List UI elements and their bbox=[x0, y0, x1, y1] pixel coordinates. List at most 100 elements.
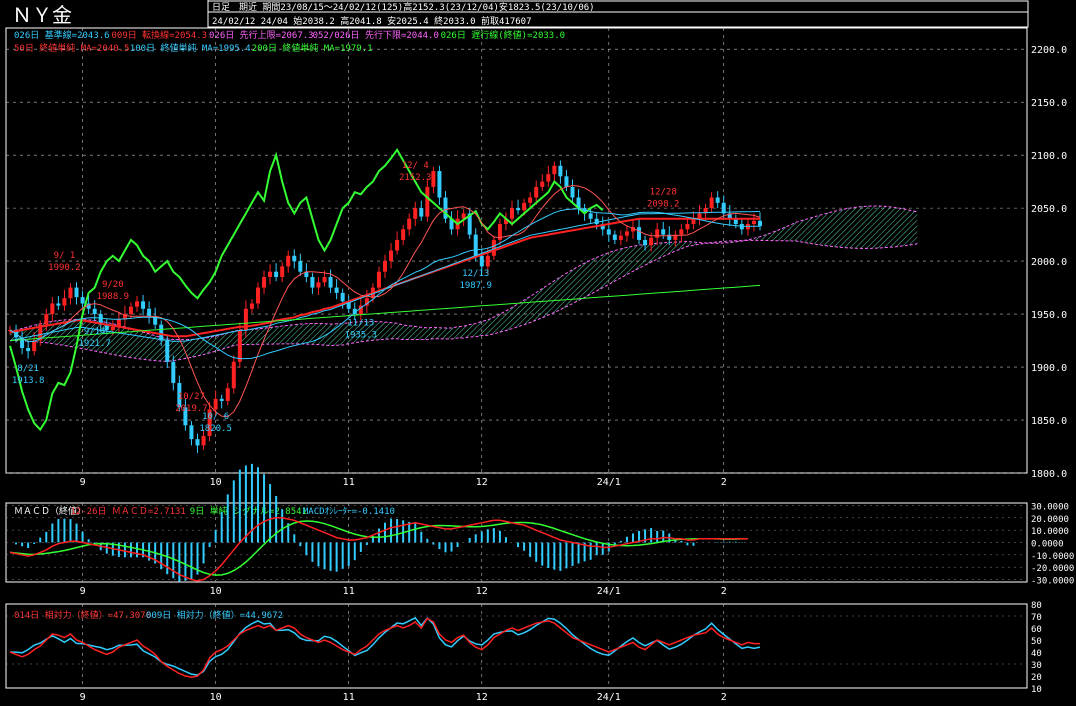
price-annotation-1: 12/28 bbox=[650, 188, 677, 198]
candle-body bbox=[522, 202, 527, 211]
price-annotation-4: 1988.9 bbox=[97, 292, 130, 302]
candle-body bbox=[751, 220, 756, 225]
rsi-tick-label: 30 bbox=[1031, 661, 1042, 671]
candle-body bbox=[516, 208, 521, 211]
x-tick-label: 9 bbox=[80, 477, 86, 488]
candle-body bbox=[328, 276, 333, 288]
candle-body bbox=[649, 237, 654, 246]
x-tick-label: 24/1 bbox=[597, 477, 621, 488]
rsi-tick-label: 20 bbox=[1031, 673, 1042, 683]
x-tick-label: 2 bbox=[721, 477, 727, 488]
legend-macd-1: 12-26日 ＭＡＣＤ=2.7131 bbox=[70, 506, 185, 517]
candle-body bbox=[280, 266, 285, 277]
x-tick-label: 11 bbox=[343, 477, 355, 488]
rsi-tick-label: 10 bbox=[1031, 685, 1042, 695]
legend-macd-2: 9日 単純 シグナル=2.8541 bbox=[190, 505, 307, 517]
price-annotation-3: 1990.2 bbox=[48, 263, 81, 273]
x-tick-label-macd: 24/1 bbox=[597, 586, 621, 597]
candle-body bbox=[50, 303, 55, 315]
candle-body bbox=[286, 255, 291, 267]
candle-body bbox=[558, 165, 563, 177]
x-tick-label-macd: 12 bbox=[476, 586, 488, 597]
candle-body bbox=[68, 287, 73, 299]
candle-body bbox=[92, 308, 97, 315]
candle-body bbox=[334, 287, 339, 293]
legend-ma-0: 50日 終値単純 MA=2040.5 bbox=[14, 42, 129, 54]
y-tick-label: 2100.0 bbox=[1031, 151, 1067, 162]
price-annotation-0: 2152.3 bbox=[399, 173, 432, 183]
macd-tick-label: -10.0000 bbox=[1031, 552, 1074, 562]
price-annotation-7: 10/ 6 bbox=[202, 412, 229, 422]
price-annotation-7: 1820.5 bbox=[199, 424, 232, 434]
macd-tick-label: -20.0000 bbox=[1031, 564, 1074, 574]
candle-body bbox=[540, 181, 545, 187]
candle-body bbox=[213, 398, 218, 410]
y-tick-label: 2050.0 bbox=[1031, 204, 1067, 215]
rsi-tick-label: 60 bbox=[1031, 625, 1042, 635]
candle-body bbox=[637, 227, 642, 240]
candle-body bbox=[655, 229, 660, 238]
candle-body bbox=[32, 340, 37, 352]
candle-body bbox=[195, 439, 200, 446]
candle-body bbox=[612, 234, 617, 240]
x-tick-label-macd: 10 bbox=[210, 586, 222, 597]
candle-body bbox=[419, 208, 424, 217]
x-tick-label: 10 bbox=[210, 477, 222, 488]
macd-tick-label: -30.0000 bbox=[1031, 577, 1074, 587]
price-annotation-5: 1913.8 bbox=[12, 376, 45, 386]
y-tick-label: 2150.0 bbox=[1031, 98, 1067, 109]
y-tick-label: 1950.0 bbox=[1031, 310, 1067, 321]
candle-body bbox=[389, 250, 394, 262]
candle-body bbox=[189, 425, 194, 440]
price-annotation-3: 9/ 1 bbox=[54, 251, 76, 261]
chart-title: ＮＹ金 bbox=[12, 3, 72, 27]
candle-body bbox=[546, 174, 551, 182]
candle-body bbox=[340, 292, 345, 302]
candle-body bbox=[316, 282, 321, 288]
x-tick-label: 12 bbox=[476, 477, 488, 488]
price-annotation-6: 9/14 bbox=[84, 327, 106, 337]
main-panel-frame bbox=[5, 27, 1028, 474]
candle-body bbox=[437, 171, 442, 198]
price-annotation-5: 8/21 bbox=[17, 364, 39, 374]
price-annotation-8: 11/13 bbox=[347, 319, 374, 329]
candle-body bbox=[485, 255, 490, 267]
candle-body bbox=[431, 171, 436, 187]
legend-ichimoku-0: 026日 基準線=2043.6 bbox=[14, 29, 110, 41]
y-tick-label: 1850.0 bbox=[1031, 416, 1067, 427]
candle-body bbox=[219, 398, 224, 401]
candle-body bbox=[268, 271, 273, 277]
rsi14-line bbox=[9, 617, 760, 678]
rsi-tick-label: 70 bbox=[1031, 613, 1042, 623]
rsi-tick-label: 40 bbox=[1031, 649, 1042, 659]
candle-body bbox=[74, 287, 79, 298]
candle-body bbox=[376, 271, 381, 288]
price-annotation-9: 1987.9 bbox=[459, 281, 492, 291]
x-tick-label-rsi: 12 bbox=[476, 692, 488, 703]
rsi-tick-label: 80 bbox=[1031, 601, 1042, 611]
macd-tick-label: 10.0000 bbox=[1031, 527, 1069, 537]
candle-body bbox=[510, 208, 515, 219]
legend-ichimoku-2: 026日 先行上限=2067.3 bbox=[209, 29, 314, 41]
price-annotation-0: 12/ 4 bbox=[402, 161, 429, 171]
x-tick-label-macd: 11 bbox=[343, 586, 355, 597]
y-tick-label: 1800.0 bbox=[1031, 469, 1067, 480]
candle-body bbox=[473, 234, 478, 256]
candle-body bbox=[594, 218, 599, 225]
candle-body bbox=[709, 197, 714, 209]
candle-body bbox=[201, 435, 206, 446]
candle-body bbox=[643, 239, 648, 246]
candle-body bbox=[274, 271, 279, 277]
candle-body bbox=[401, 229, 406, 240]
candle-body bbox=[292, 255, 297, 262]
candle-body bbox=[298, 261, 303, 272]
candle-body bbox=[80, 297, 85, 304]
candle-body bbox=[141, 301, 146, 309]
candle-body bbox=[624, 231, 629, 236]
candle-body bbox=[255, 287, 260, 304]
candle-body bbox=[62, 298, 67, 306]
candle-body bbox=[407, 218, 412, 230]
price-annotation-9: 12/13 bbox=[462, 269, 489, 279]
candle-body bbox=[249, 303, 254, 309]
candle-body bbox=[135, 301, 140, 307]
